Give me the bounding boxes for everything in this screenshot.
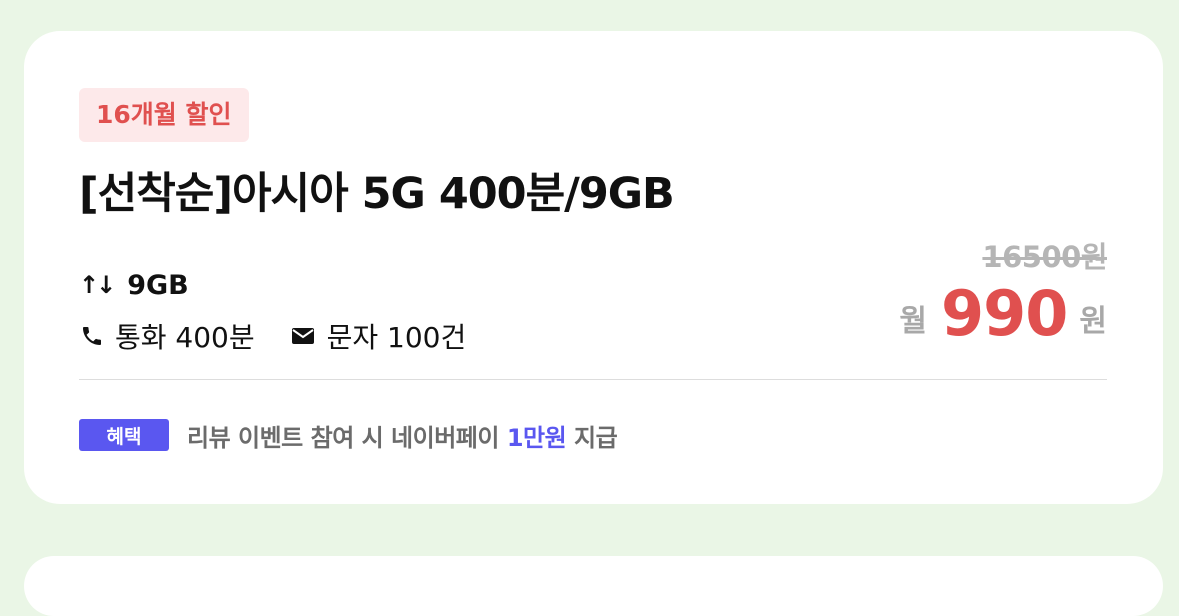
original-price: 16500원 — [982, 240, 1107, 274]
benefit-row: 혜택 리뷰 이벤트 참여 시 네이버페이 1만원 지급 — [79, 418, 618, 453]
divider — [79, 379, 1107, 380]
price-prefix: 월 — [899, 304, 927, 339]
arrows-up-down-icon: ↑↓ — [79, 271, 116, 299]
benefit-text-after: 지급 — [566, 423, 618, 452]
monthly-price: 월 990 원 — [899, 276, 1107, 350]
data-value: 9GB — [127, 269, 189, 301]
sms-label: 문자 100건 — [326, 321, 467, 354]
plan-title: [선착순]아시아 5G 400분/9GB — [79, 169, 675, 219]
phone-icon — [79, 323, 105, 349]
discount-badge: 16개월 할인 — [79, 88, 249, 142]
call-label: 통화 400분 — [115, 321, 255, 354]
plan-card[interactable]: 16개월 할인 [선착순]아시아 5G 400분/9GB ↑↓ 9GB 통화 4… — [24, 31, 1163, 504]
benefit-text-before: 리뷰 이벤트 참여 시 네이버페이 — [187, 423, 507, 452]
benefit-tag: 혜택 — [79, 419, 169, 451]
benefit-highlight: 1만원 — [506, 423, 567, 452]
price-unit: 원 — [1079, 304, 1107, 339]
next-plan-card[interactable] — [24, 556, 1163, 616]
price-amount: 990 — [940, 276, 1068, 350]
call-sms-spec: 통화 400분 문자 100건 — [79, 314, 466, 358]
benefit-text: 리뷰 이벤트 참여 시 네이버페이 1만원 지급 — [187, 418, 618, 453]
data-spec: ↑↓ 9GB — [79, 265, 189, 305]
mail-icon — [291, 324, 315, 348]
